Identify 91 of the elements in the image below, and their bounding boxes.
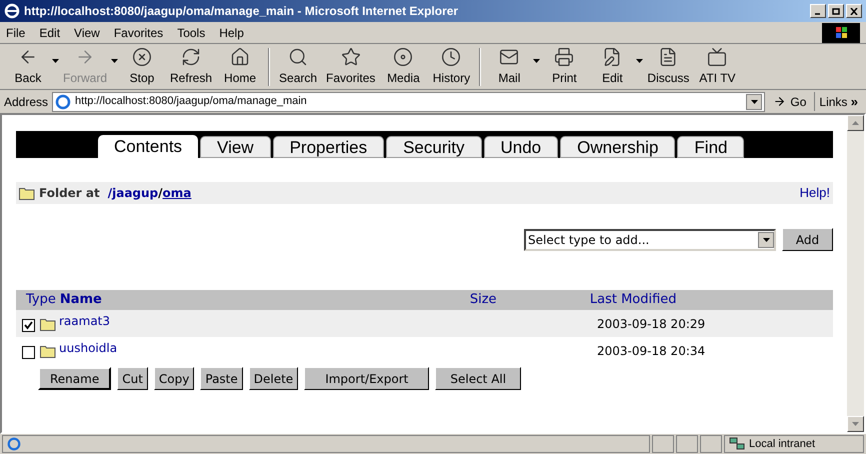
tab[interactable]: Undo: [484, 136, 558, 158]
star-icon: [340, 46, 361, 66]
folder-icon: [40, 344, 56, 358]
action-button[interactable]: Rename: [38, 367, 112, 390]
toolbar-button[interactable]: Home: [216, 46, 264, 86]
toolbar-button[interactable]: ATI TV: [693, 46, 742, 86]
item-link[interactable]: raamat3: [59, 312, 597, 330]
house-icon: [230, 46, 250, 66]
column-header[interactable]: Name: [60, 290, 470, 310]
close-button[interactable]: [846, 4, 862, 18]
address-label: Address: [4, 94, 48, 110]
document-icon: [658, 46, 678, 66]
go-arrow-icon: [773, 95, 786, 108]
caret-icon[interactable]: [52, 58, 59, 62]
disc-icon: [393, 46, 414, 66]
toolbar-button[interactable]: History: [427, 46, 476, 86]
toolbar-button[interactable]: Mail: [485, 46, 534, 86]
action-button[interactable]: Import/Export: [304, 367, 430, 390]
tab[interactable]: Security: [386, 136, 482, 158]
address-field[interactable]: http://localhost:8080/jaagup/oma/manage_main: [52, 92, 766, 112]
tab[interactable]: Ownership: [560, 136, 676, 158]
path-link[interactable]: /jaagup: [108, 184, 158, 202]
row-checkbox[interactable]: [22, 319, 35, 332]
table-row[interactable]: raamat3 2003-09-18 20:29: [16, 310, 833, 337]
minimize-button[interactable]: [810, 4, 826, 18]
item-link[interactable]: uushoidla: [59, 338, 597, 356]
add-button[interactable]: Add: [782, 228, 833, 251]
close-icon: [850, 8, 858, 14]
scroll-down-icon[interactable]: [852, 422, 859, 426]
menu-item[interactable]: File: [6, 24, 26, 42]
menu-item[interactable]: Help: [219, 24, 244, 42]
stop-icon: [132, 46, 152, 66]
toolbar-button[interactable]: Media: [379, 46, 428, 86]
page-icon: [55, 94, 72, 110]
scrollbar[interactable]: [847, 115, 864, 432]
page-icon: [7, 437, 21, 451]
caret-icon[interactable]: [762, 238, 770, 242]
zone-label: Local intranet: [749, 436, 816, 452]
column-header[interactable]: Type: [26, 290, 56, 310]
browser-icon: [4, 3, 20, 19]
printer-icon: [554, 46, 574, 66]
windows-logo-icon: [822, 22, 860, 42]
action-button[interactable]: Paste: [200, 367, 243, 390]
help-link[interactable]: Help!: [800, 183, 830, 203]
action-button[interactable]: Cut: [117, 367, 148, 390]
tab[interactable]: View: [200, 136, 271, 158]
location-label: Folder at: [39, 185, 100, 202]
toolbar-button[interactable]: Discuss: [643, 46, 694, 86]
type-select[interactable]: Select type to add...: [524, 228, 776, 250]
toolbar-button[interactable]: Refresh: [166, 46, 216, 86]
toolbar-button[interactable]: Back: [4, 46, 52, 86]
toolbar-button[interactable]: Print: [540, 46, 588, 86]
action-button[interactable]: Copy: [154, 367, 194, 390]
modified-date: 2003-09-18 20:34: [597, 342, 706, 360]
caret-icon[interactable]: [636, 58, 644, 62]
toolbar-button[interactable]: Edit: [588, 46, 636, 86]
menu-item[interactable]: Favorites: [114, 24, 164, 42]
tab[interactable]: Contents: [98, 135, 198, 158]
tab[interactable]: Find: [677, 136, 744, 158]
row-checkbox[interactable]: [22, 346, 35, 359]
search-icon: [288, 46, 308, 66]
network-icon: [729, 437, 745, 451]
path-separator: /: [158, 185, 163, 202]
mail-icon: [499, 46, 520, 66]
scroll-up-icon[interactable]: [852, 121, 859, 125]
tab[interactable]: Properties: [272, 136, 384, 158]
modified-date: 2003-09-18 20:29: [597, 316, 706, 332]
maximize-button[interactable]: [828, 4, 844, 18]
action-button[interactable]: Delete: [248, 367, 298, 390]
refresh-icon: [181, 46, 202, 66]
toolbar-button[interactable]: Favorites: [322, 46, 380, 86]
tv-icon: [707, 46, 728, 66]
menu-item[interactable]: View: [74, 24, 100, 42]
document-pen-icon: [602, 46, 622, 66]
caret-icon[interactable]: [750, 100, 758, 104]
toolbar-button[interactable]: Search: [274, 46, 322, 86]
window-title: http://localhost:8080/jaagup/oma/manage_main - Microsoft Internet Explorer: [24, 3, 460, 20]
caret-icon[interactable]: [533, 58, 540, 62]
toolbar-button[interactable]: Stop: [118, 46, 166, 86]
folder-icon: [19, 186, 35, 200]
maximize-icon: [832, 8, 840, 14]
clock-icon: [441, 46, 462, 66]
folder-icon: [40, 316, 56, 330]
go-button[interactable]: Go: [769, 92, 810, 110]
menu-item[interactable]: Edit: [39, 24, 60, 42]
column-header[interactable]: Last Modified: [590, 290, 677, 310]
menu-item[interactable]: Tools: [177, 24, 206, 42]
links-button[interactable]: Links »: [814, 92, 862, 112]
folder-link[interactable]: oma: [162, 184, 192, 202]
column-header[interactable]: Size: [470, 290, 590, 310]
action-button[interactable]: Select All: [435, 367, 522, 390]
